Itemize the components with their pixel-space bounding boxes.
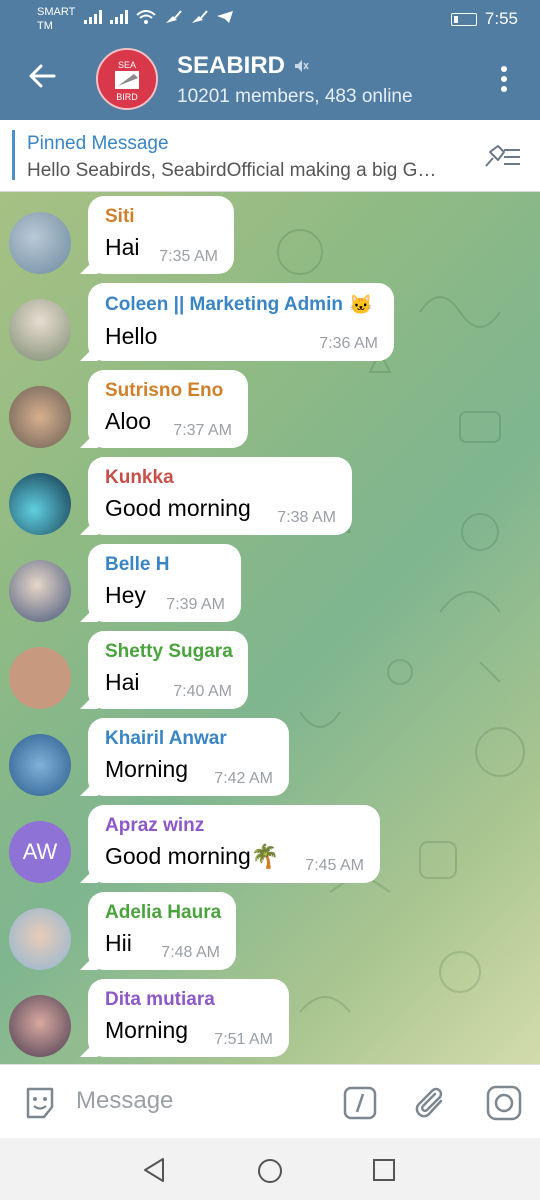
message-time: 7:42 AM: [214, 770, 273, 787]
pinned-text: Hello Seabirds, SeabirdOfficial making a…: [27, 160, 437, 181]
message-bubble[interactable]: Siti Hai 7:35 AM: [88, 196, 234, 274]
message-time: 7:37 AM: [173, 422, 232, 439]
nav-back-icon[interactable]: [142, 1157, 166, 1183]
avatar[interactable]: [9, 386, 71, 448]
message-bubble[interactable]: Adelia Haura Hii 7:48 AM: [88, 892, 236, 970]
message-time: 7:39 AM: [166, 596, 225, 613]
sticker-icon[interactable]: [22, 1085, 58, 1121]
logo-text-top: SEA: [118, 60, 136, 70]
signal-icon: [84, 10, 102, 24]
back-arrow-icon[interactable]: [26, 60, 58, 92]
sender-name[interactable]: Apraz winz: [105, 815, 364, 837]
message-time: 7:45 AM: [305, 857, 364, 874]
sender-name[interactable]: Dita mutiara: [105, 989, 273, 1011]
carrier-line-1: SMART: [37, 6, 76, 18]
sender-name[interactable]: Khairil Anwar: [105, 728, 273, 750]
message-time: 7:38 AM: [277, 509, 336, 526]
message-bubble[interactable]: Sutrisno Eno Aloo 7:37 AM: [88, 370, 248, 448]
message-bubble[interactable]: Apraz winz Good morning🌴 7:45 AM: [88, 805, 380, 883]
message-bubble[interactable]: Shetty Sugara Hai 7:40 AM: [88, 631, 248, 709]
group-avatar[interactable]: SEA BIRD: [96, 48, 158, 110]
system-nav-bar: [0, 1138, 540, 1200]
carrier-line-2: TM: [37, 20, 53, 32]
sender-name[interactable]: Siti: [105, 206, 218, 228]
avatar[interactable]: [9, 299, 71, 361]
status-time: 7:55: [484, 9, 518, 28]
sender-name[interactable]: Belle H: [105, 554, 225, 576]
battery-icon: [450, 12, 477, 26]
attach-icon[interactable]: [413, 1083, 449, 1123]
pinned-title: Pinned Message: [27, 133, 169, 154]
broom-icon: [166, 10, 182, 23]
sender-name[interactable]: Coleen || Marketing Admin 🐱: [105, 293, 378, 317]
avatar[interactable]: [9, 908, 71, 970]
avatar[interactable]: [9, 734, 71, 796]
message-time: 7:36 AM: [319, 335, 378, 352]
sender-name-text: Coleen || Marketing Admin: [105, 294, 343, 315]
status-icons: [84, 10, 234, 24]
avatar[interactable]: AW: [9, 821, 71, 883]
more-icon[interactable]: [492, 64, 516, 94]
message-time: 7:40 AM: [173, 683, 232, 700]
camera-icon[interactable]: [485, 1084, 523, 1122]
message-input-bar: Message: [0, 1064, 540, 1138]
message-input[interactable]: Message: [76, 1087, 173, 1115]
avatar[interactable]: [9, 473, 71, 535]
message-bubble[interactable]: Kunkka Good morning 7:38 AM: [88, 457, 352, 535]
avatar[interactable]: [9, 212, 71, 274]
chat-header: SEA BIRD SEABIRD 10201 members, 483 onli…: [0, 38, 540, 120]
nav-recent-icon[interactable]: [372, 1158, 396, 1182]
pinned-indicator: [12, 130, 15, 180]
group-logo: SEA BIRD: [98, 50, 156, 108]
sender-name[interactable]: Kunkka: [105, 467, 336, 489]
group-member-count: 10201 members, 483 online: [177, 86, 413, 107]
avatar[interactable]: [9, 560, 71, 622]
message-time: 7:51 AM: [214, 1031, 273, 1048]
status-bar: SMART TM 7:55: [0, 0, 540, 38]
message-bubble[interactable]: Belle H Hey 7:39 AM: [88, 544, 241, 622]
message-bubble[interactable]: Coleen || Marketing Admin 🐱 Hello 7:36 AM: [88, 283, 394, 361]
pin-list-icon[interactable]: [482, 142, 522, 170]
anime-emoji-icon: 🐱: [348, 295, 373, 316]
carrier-label: SMART TM: [37, 5, 75, 33]
muted-icon: [295, 60, 309, 72]
sender-name[interactable]: Shetty Sugara: [105, 641, 233, 663]
message-bubble[interactable]: Khairil Anwar Morning 7:42 AM: [88, 718, 289, 796]
group-title[interactable]: SEABIRD: [177, 52, 309, 80]
sender-name[interactable]: Sutrisno Eno: [105, 380, 232, 402]
status-right: 7:55: [450, 9, 518, 29]
avatar[interactable]: [9, 995, 71, 1057]
avatar-initials: AW: [22, 839, 58, 864]
message-bubble[interactable]: Dita mutiara Morning 7:51 AM: [88, 979, 289, 1057]
pinned-message-bar[interactable]: Pinned Message Hello Seabirds, SeabirdOf…: [0, 120, 540, 192]
broom-icon-2: [192, 10, 208, 23]
chat-area[interactable]: Siti Hai 7:35 AM Coleen || Marketing Adm…: [0, 192, 540, 1064]
signal-icon-2: [110, 10, 128, 24]
sender-name[interactable]: Adelia Haura: [105, 902, 221, 924]
command-icon[interactable]: [342, 1085, 378, 1121]
group-name: SEABIRD: [177, 52, 286, 79]
logo-text-bottom: BIRD: [116, 92, 138, 102]
message-time: 7:35 AM: [159, 248, 218, 265]
message-time: 7:48 AM: [161, 944, 220, 961]
avatar[interactable]: [9, 647, 71, 709]
nav-home-icon[interactable]: [256, 1157, 284, 1185]
telegram-icon: [217, 11, 233, 23]
wifi-icon: [136, 10, 156, 24]
